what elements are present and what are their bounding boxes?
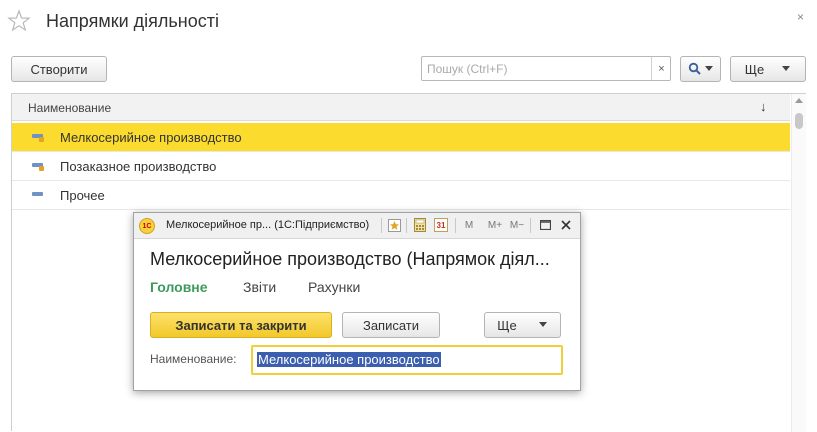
search-clear-button[interactable]: × — [651, 57, 671, 80]
column-header-name[interactable]: Наименование — [28, 101, 111, 115]
list-item[interactable]: Мелкосерийное производство — [12, 123, 790, 152]
toolbar-divider — [406, 218, 407, 233]
list-item[interactable]: Позаказное производство — [12, 152, 790, 181]
dialog-titlebar[interactable]: 1C Мелкосерийное пр... (1С:Підприємство)… — [134, 213, 580, 239]
create-button[interactable]: Створити — [11, 56, 107, 82]
list-header: Наименование ↓ — [12, 94, 790, 121]
list-item-label: Позаказное производство — [60, 159, 217, 174]
calculator-icon[interactable] — [413, 218, 427, 232]
more-button[interactable]: Ще — [730, 56, 806, 82]
toolbar-divider — [530, 218, 531, 233]
tab-accounts[interactable]: Рахунки — [308, 279, 360, 295]
app-logo-icon: 1C — [139, 218, 155, 234]
maximize-icon[interactable] — [538, 218, 552, 232]
item-dialog: 1C Мелкосерийное пр... (1С:Підприємство)… — [133, 212, 581, 391]
item-icon — [32, 192, 43, 196]
memory-m-button[interactable]: M — [462, 218, 476, 232]
dialog-more-button[interactable]: Ще — [484, 312, 561, 338]
vertical-scrollbar[interactable] — [791, 94, 806, 432]
save-button[interactable]: Записати — [342, 312, 440, 338]
list-item[interactable]: Прочее — [12, 181, 790, 210]
search-placeholder: Пошук (Ctrl+F) — [427, 62, 508, 76]
chevron-down-icon — [704, 66, 713, 71]
name-field-label: Наименование: — [150, 352, 237, 366]
item-marker-icon — [39, 166, 44, 171]
sort-descending-icon[interactable]: ↓ — [760, 99, 767, 114]
search-input[interactable]: Пошук (Ctrl+F) × — [421, 56, 671, 81]
list-item-label: Прочее — [60, 188, 105, 203]
favorite-star-icon[interactable] — [6, 8, 32, 34]
close-window-button[interactable]: × — [797, 10, 804, 24]
calendar-icon[interactable]: 31 — [434, 218, 448, 232]
chevron-down-icon — [782, 66, 791, 71]
name-field-value: Мелкосерийное производство — [257, 352, 441, 367]
list-item-label: Мелкосерийное производство — [60, 130, 242, 145]
item-marker-icon — [39, 137, 44, 142]
page-title: Напрямки діяльності — [46, 11, 219, 31]
chevron-down-icon — [538, 322, 547, 327]
dialog-window-title: Мелкосерийное пр... (1С:Підприємство) — [166, 219, 370, 231]
scroll-up-icon[interactable] — [795, 98, 803, 103]
close-icon[interactable] — [559, 218, 573, 232]
save-and-close-button[interactable]: Записати та закрити — [150, 312, 332, 338]
favorite-icon[interactable] — [387, 218, 401, 232]
more-button-label: Ще — [744, 61, 765, 77]
toolbar-divider — [381, 218, 382, 233]
tab-reports[interactable]: Звіти — [243, 279, 276, 295]
memory-plus-button[interactable]: M+ — [485, 218, 505, 232]
tab-main[interactable]: Головне — [150, 279, 208, 295]
dialog-heading: Мелкосерийное производство (Напрямок дія… — [150, 249, 550, 269]
name-field[interactable]: Мелкосерийное производство — [251, 345, 563, 375]
search-options-button[interactable] — [680, 56, 721, 82]
search-icon — [688, 62, 701, 75]
memory-minus-button[interactable]: M− — [507, 218, 527, 232]
toolbar-divider — [455, 218, 456, 233]
scrollbar-thumb[interactable] — [795, 113, 803, 129]
more-button-label: Ще — [497, 317, 517, 333]
